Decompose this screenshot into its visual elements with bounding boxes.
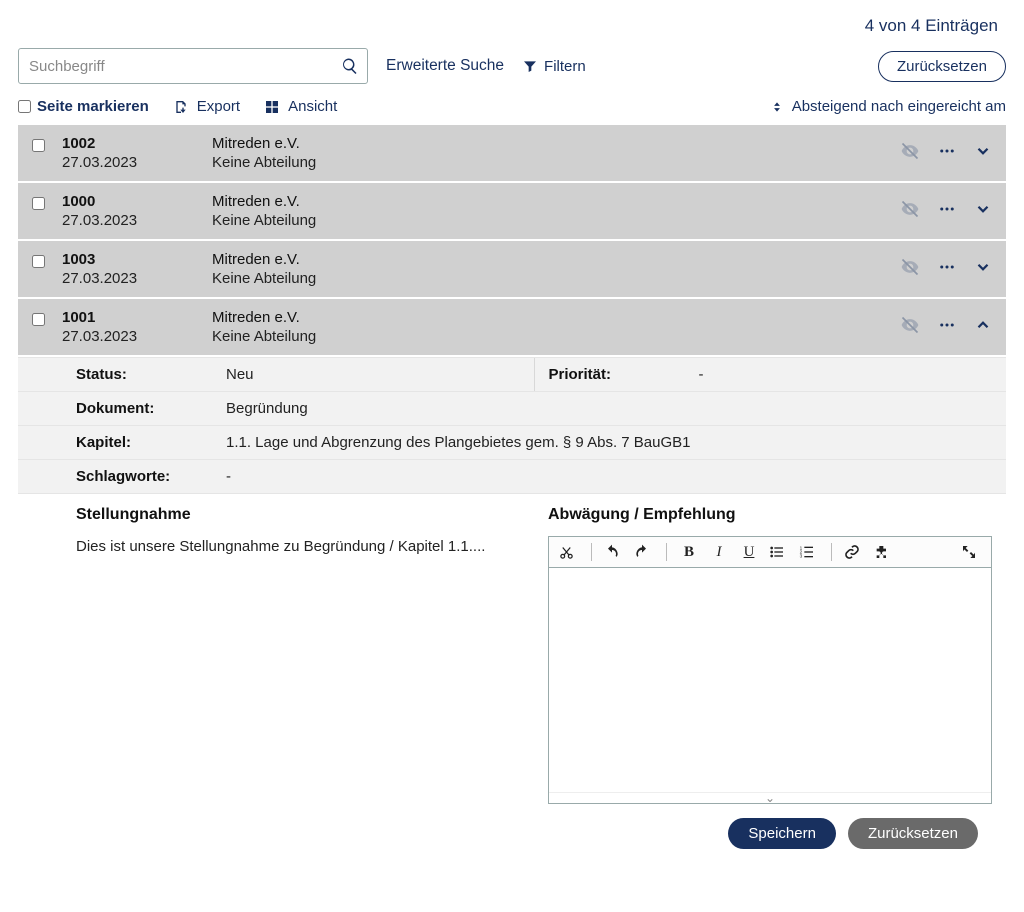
fullscreen-icon[interactable]: [961, 544, 981, 560]
mark-page-wrap: Seite markieren: [18, 98, 149, 115]
eye-off-icon[interactable]: [900, 141, 920, 161]
editor-buttons: Speichern Zurücksetzen: [548, 804, 992, 849]
editor-textarea[interactable]: [549, 568, 991, 788]
row-checkbox[interactable]: [32, 313, 45, 326]
row-date: 27.03.2023: [62, 270, 212, 287]
statement-text: Dies ist unsere Stellungnahme zu Begründ…: [76, 536, 496, 559]
bold-icon[interactable]: B: [679, 544, 699, 561]
sort-button[interactable]: Absteigend nach eingereicht am: [770, 98, 1006, 115]
row-org: Mitreden e.V.: [212, 309, 900, 326]
advanced-search-link[interactable]: Erweiterte Suche: [386, 57, 504, 75]
more-icon[interactable]: [938, 258, 956, 276]
weighing-heading: Abwägung / Empfehlung: [548, 506, 992, 524]
cut-icon[interactable]: [559, 545, 579, 560]
chevron-down-icon[interactable]: [974, 142, 992, 160]
save-button[interactable]: Speichern: [728, 818, 836, 849]
view-icon: [264, 99, 280, 115]
row-org: Mitreden e.V.: [212, 193, 900, 210]
mark-page-checkbox[interactable]: [18, 100, 31, 113]
row-dept: Keine Abteilung: [212, 328, 900, 345]
eye-off-icon[interactable]: [900, 199, 920, 219]
status-value: Neu: [226, 366, 520, 383]
row-id: 1002: [62, 135, 212, 152]
export-label: Export: [197, 98, 240, 115]
row-id: 1003: [62, 251, 212, 268]
eye-off-icon[interactable]: [900, 257, 920, 277]
sort-label: Absteigend nach eingereicht am: [792, 98, 1006, 115]
row-dept: Keine Abteilung: [212, 212, 900, 229]
status-label: Status:: [76, 366, 226, 383]
export-icon: [173, 99, 189, 115]
detail-panel: Status: Neu Priorität: - Dokument: Begrü…: [18, 357, 1006, 494]
editor-resize-handle[interactable]: ⌄: [549, 792, 991, 803]
search-icon[interactable]: [338, 54, 362, 78]
priority-value: -: [699, 366, 993, 383]
view-label: Ansicht: [288, 98, 337, 115]
search-filter-bar: Erweiterte Suche Filtern Zurücksetzen: [18, 42, 1006, 92]
italic-icon[interactable]: I: [709, 544, 729, 561]
bullet-list-icon[interactable]: [769, 544, 789, 560]
filter-label: Filtern: [544, 58, 586, 75]
table-row: 1001 27.03.2023Mitreden e.V. Keine Abteilu…: [18, 299, 1006, 357]
undo-icon[interactable]: [604, 544, 624, 560]
editor-toolbar: B I U 123: [549, 537, 991, 568]
weighing-column: Abwägung / Empfehlung B I U 123: [534, 494, 1006, 861]
row-org: Mitreden e.V.: [212, 251, 900, 268]
row-checkbox[interactable]: [32, 255, 45, 268]
export-button[interactable]: Export: [173, 98, 240, 115]
row-date: 27.03.2023: [62, 212, 212, 229]
reset-editor-button[interactable]: Zurücksetzen: [848, 818, 978, 849]
document-value: Begründung: [226, 400, 992, 417]
toolbar-separator: [666, 543, 667, 561]
more-icon[interactable]: [938, 200, 956, 218]
number-list-icon[interactable]: 123: [799, 544, 819, 560]
row-date: 27.03.2023: [62, 328, 212, 345]
row-date: 27.03.2023: [62, 154, 212, 171]
search-input[interactable]: [18, 48, 368, 84]
redo-icon[interactable]: [634, 544, 654, 560]
mark-page-label[interactable]: Seite markieren: [37, 98, 149, 115]
table-row: 1002 27.03.2023Mitreden e.V. Keine Abteilu…: [18, 125, 1006, 183]
tags-value: -: [226, 468, 992, 485]
toolbar-separator: [831, 543, 832, 561]
chevron-down-icon[interactable]: [974, 200, 992, 218]
filter-icon: [522, 58, 538, 74]
eye-off-icon[interactable]: [900, 315, 920, 335]
chapter-label: Kapitel:: [76, 434, 226, 451]
statement-column: Stellungnahme Dies ist unsere Stellungna…: [18, 494, 534, 861]
statement-weighing-row: Stellungnahme Dies ist unsere Stellungna…: [18, 494, 1006, 861]
row-dept: Keine Abteilung: [212, 270, 900, 287]
more-icon[interactable]: [938, 142, 956, 160]
link-icon[interactable]: [844, 544, 864, 560]
chevron-down-icon[interactable]: [974, 258, 992, 276]
filter-button[interactable]: Filtern: [522, 58, 586, 75]
editor-box: B I U 123 ⌄: [548, 536, 992, 804]
action-bar: Seite markieren Export Ansicht Absteigen…: [18, 92, 1006, 125]
table-row: 1003 27.03.2023Mitreden e.V. Keine Abteilu…: [18, 241, 1006, 299]
view-button[interactable]: Ansicht: [264, 98, 337, 115]
sort-icon: [770, 100, 784, 114]
document-label: Dokument:: [76, 400, 226, 417]
search-field-wrap: [18, 48, 368, 84]
plugin-icon[interactable]: [874, 544, 894, 560]
underline-icon[interactable]: U: [739, 544, 759, 561]
row-checkbox[interactable]: [32, 139, 45, 152]
row-id: 1000: [62, 193, 212, 210]
statement-heading: Stellungnahme: [76, 506, 520, 524]
more-icon[interactable]: [938, 316, 956, 334]
reset-button[interactable]: Zurücksetzen: [878, 51, 1006, 82]
toolbar-separator: [591, 543, 592, 561]
chevron-up-icon[interactable]: [974, 316, 992, 334]
row-checkbox[interactable]: [32, 197, 45, 210]
priority-label: Priorität:: [549, 366, 699, 383]
svg-text:3: 3: [800, 553, 803, 558]
chapter-value: 1.1. Lage und Abgrenzung des Plangebiete…: [226, 434, 992, 451]
entry-count: 4 von 4 Einträgen: [18, 0, 1006, 42]
table-row: 1000 27.03.2023Mitreden e.V. Keine Abteilu…: [18, 183, 1006, 241]
row-dept: Keine Abteilung: [212, 154, 900, 171]
row-org: Mitreden e.V.: [212, 135, 900, 152]
tags-label: Schlagworte:: [76, 468, 226, 485]
row-id: 1001: [62, 309, 212, 326]
